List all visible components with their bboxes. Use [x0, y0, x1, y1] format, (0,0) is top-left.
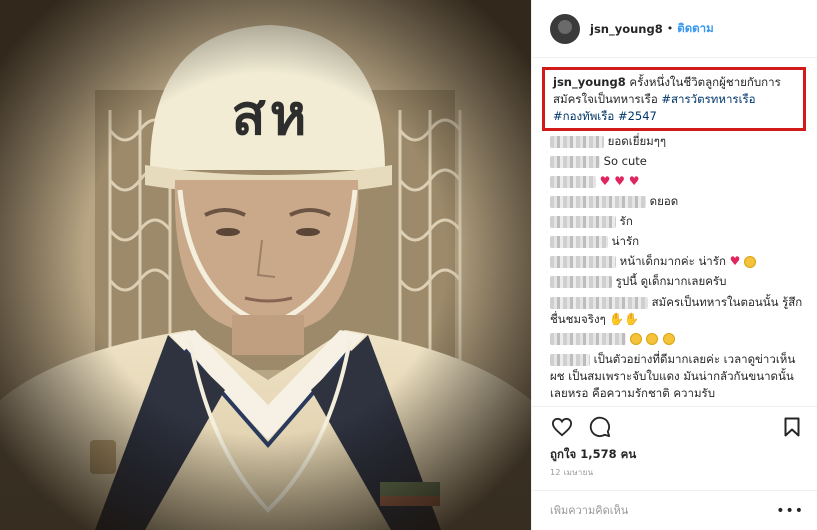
avatar[interactable]: [550, 13, 580, 44]
comments-list[interactable]: jsn_young8 ครั้งหนึ่งในชีวิตลูกผู้ชายกับ…: [532, 59, 817, 406]
comment-item: ♥ ♥ ♥: [550, 172, 808, 191]
blurred-username: [550, 255, 616, 268]
comment-bubble-icon: [589, 416, 611, 437]
post-header: jsn_young8 • ติดตาม: [532, 0, 817, 58]
comment-button[interactable]: [588, 415, 612, 439]
blurred-username: [550, 175, 596, 188]
post-date: 12 เมษายน: [550, 468, 594, 477]
more-options-icon[interactable]: •••: [776, 503, 804, 519]
action-bar: [532, 406, 817, 446]
thumbs-up-emoji-icon: ✋✋: [609, 312, 640, 326]
blurred-username: [550, 275, 612, 288]
comment-item: หน้าเด็กมากค่ะ น่ารัก ♥: [550, 252, 808, 271]
comment-item: ดยอด: [550, 192, 808, 211]
post-side-panel: jsn_young8 • ติดตาม jsn_young8 ครั้งหนึ่…: [531, 0, 817, 530]
comment-item: ยอดเยี่ยมๆๆ: [550, 132, 808, 151]
add-comment-input[interactable]: [550, 504, 780, 517]
blurred-username: [550, 332, 626, 345]
save-button[interactable]: [780, 415, 804, 439]
likes-count[interactable]: ถูกใจ 1,578 คน: [550, 446, 636, 464]
comment-item: So cute: [550, 152, 808, 171]
add-comment-bar: •••: [532, 490, 817, 530]
face-emoji-icon: [743, 255, 756, 268]
comment-text: น่ารัก: [611, 234, 640, 248]
heart-emoji-icon: ♥: [729, 254, 741, 268]
follow-button[interactable]: ติดตาม: [677, 20, 713, 38]
comment-item: เป็นตัวอย่างที่ดีมากเลยค่ะ เวลาดูข่าวเห็…: [550, 351, 808, 402]
comment-text: So cute: [603, 154, 647, 168]
comment-text: รัก: [619, 214, 633, 228]
blurred-username: [550, 135, 604, 148]
comment-text: ดยอด: [649, 194, 679, 208]
comment-item: สมัครเป็นทหารในตอนนั้น รู้สึกชื่นชมจริงๆ…: [550, 294, 808, 328]
comment-item: รัก: [550, 212, 808, 231]
caption-hashtag[interactable]: #2547: [618, 109, 657, 123]
like-button[interactable]: [550, 415, 574, 439]
blurred-username: [550, 155, 600, 168]
comment-text: ♥ ♥ ♥: [599, 174, 640, 188]
blurred-username: [550, 195, 646, 208]
comment-text: ยอดเยี่ยมๆๆ: [607, 134, 667, 148]
face-emoji-icon: [646, 332, 659, 345]
comment-item: รูปนี้ ดูเด็กมากเลยครับ: [550, 272, 808, 291]
caption-highlight-box: jsn_young8 ครั้งหนึ่งในชีวิตลูกผู้ชายกับ…: [542, 67, 806, 131]
blurred-username: [550, 353, 590, 366]
face-emoji-icon: [629, 332, 642, 345]
bookmark-icon: [784, 417, 800, 436]
helmet-text: สห: [231, 83, 311, 148]
face-emoji-icon: [662, 332, 675, 345]
blurred-username: [550, 215, 616, 228]
caption-username[interactable]: jsn_young8: [553, 75, 626, 89]
comment-text: รูปนี้ ดูเด็กมากเลยครับ: [615, 274, 727, 288]
comment-item: [550, 329, 808, 348]
heart-outline-icon: [551, 417, 573, 436]
blurred-username: [550, 296, 648, 309]
comment-item: น่ารัก: [550, 232, 808, 251]
header-separator: •: [666, 22, 674, 35]
caption-hashtag[interactable]: #กองทัพเรือ: [553, 109, 614, 123]
caption-hashtag[interactable]: #สารวัตรทหารเรือ: [661, 92, 755, 106]
header-username[interactable]: jsn_young8: [590, 22, 663, 36]
post-photo[interactable]: สห: [0, 0, 531, 530]
comment-text: หน้าเด็กมากค่ะ น่ารัก: [619, 254, 726, 268]
blurred-username: [550, 235, 608, 248]
